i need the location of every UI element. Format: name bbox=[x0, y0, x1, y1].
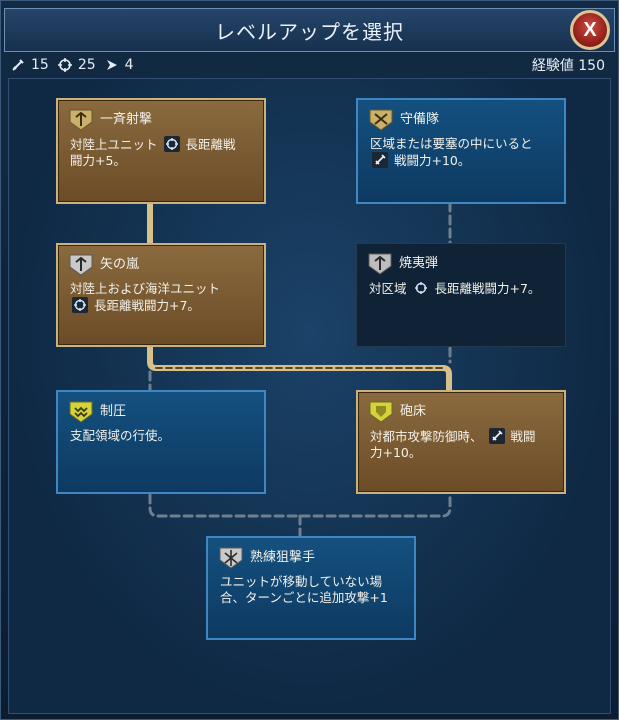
promotion-volley[interactable]: 一斉射撃 対陸上ユニット 長距離戦 闘力+5。 bbox=[56, 98, 266, 204]
garrison-name: 守備隊 bbox=[400, 112, 440, 127]
emplacement-desc-line3: 力+10。 bbox=[370, 445, 422, 460]
incendiaries-desc-line1: 対区域 bbox=[369, 281, 407, 296]
promotion-expert-marksman[interactable]: 熟練狙撃手 ユニットが移動していない場 合、ターンごとに追加攻撃+1 bbox=[206, 536, 416, 640]
arrow-storm-description: 対陸上および海洋ユニット 長距離戦闘力+7。 bbox=[68, 281, 254, 314]
arrow-storm-desc-line2: 長距離戦闘力+7。 bbox=[93, 298, 200, 313]
sword-icon bbox=[488, 428, 505, 444]
volley-desc-line1: 対陸上ユニット bbox=[70, 137, 158, 152]
volley-promotion-icon bbox=[69, 109, 93, 131]
garrison-description: 区域または要塞の中にいると 戦闘力+10。 bbox=[368, 136, 554, 169]
promotion-incendiaries: 焼夷弾 対区域 長距離戦闘力+7。 bbox=[356, 243, 566, 347]
promotion-arrow-storm[interactable]: 矢の嵐 対陸上および海洋ユニット 長距離戦闘力+7。 bbox=[56, 243, 266, 347]
volley-name: 一斉射撃 bbox=[100, 112, 153, 127]
volley-desc-line2: 長距離戦 bbox=[185, 137, 236, 152]
volley-description: 対陸上ユニット 長距離戦 闘力+5。 bbox=[68, 136, 254, 169]
suppression-desc-line1: 支配領域の行使。 bbox=[70, 428, 171, 443]
incendiaries-promotion-icon bbox=[368, 253, 392, 275]
garrison-promotion-icon bbox=[369, 109, 393, 131]
crosshair-icon bbox=[72, 297, 88, 313]
suppression-description: 支配領域の行使。 bbox=[68, 428, 254, 444]
crosshair-icon bbox=[163, 136, 180, 152]
crosshair-icon bbox=[414, 282, 427, 294]
incendiaries-desc-line2: 長距離戦闘力+7。 bbox=[434, 281, 541, 296]
expert-marksman-name: 熟練狙撃手 bbox=[250, 550, 316, 565]
sword-icon bbox=[372, 152, 388, 168]
emplacement-description: 対都市攻撃防御時、 戦闘 力+10。 bbox=[368, 428, 554, 461]
suppression-promotion-icon bbox=[69, 401, 93, 423]
emplacement-desc-line1: 対都市攻撃防御時、 bbox=[370, 429, 483, 444]
arrow-storm-name: 矢の嵐 bbox=[100, 257, 140, 272]
expert-marksman-promotion-icon bbox=[219, 547, 243, 569]
promotion-emplacement[interactable]: 砲床 対都市攻撃防御時、 戦闘 力+10。 bbox=[356, 390, 566, 494]
incendiaries-description: 対区域 長距離戦闘力+7。 bbox=[367, 280, 555, 297]
promotion-garrison[interactable]: 守備隊 区域または要塞の中にいると 戦闘力+10。 bbox=[356, 98, 566, 204]
volley-desc-line3: 闘力+5。 bbox=[70, 153, 126, 168]
expert-marksman-desc-line2: 合、ターンごとに追加攻撃+1 bbox=[220, 590, 388, 605]
incendiaries-name: 焼夷弾 bbox=[399, 256, 439, 271]
connector-tier3-marksman bbox=[148, 493, 452, 540]
expert-marksman-description: ユニットが移動していない場 合、ターンごとに追加攻撃+1 bbox=[218, 574, 404, 606]
promotion-suppression[interactable]: 制圧 支配領域の行使。 bbox=[56, 390, 266, 494]
arrow-storm-desc-line1: 対陸上および海洋ユニット bbox=[70, 281, 221, 296]
suppression-name: 制圧 bbox=[100, 404, 127, 419]
garrison-desc-line1: 区域または要塞の中にいると bbox=[370, 136, 533, 151]
emplacement-desc-line2: 戦闘 bbox=[510, 429, 536, 444]
emplacement-name: 砲床 bbox=[400, 404, 427, 419]
arrow-storm-promotion-icon bbox=[69, 254, 93, 276]
garrison-desc-line2: 戦闘力+10。 bbox=[393, 153, 471, 168]
emplacement-promotion-icon bbox=[369, 401, 393, 423]
expert-marksman-desc-line1: ユニットが移動していない場 bbox=[220, 574, 383, 589]
